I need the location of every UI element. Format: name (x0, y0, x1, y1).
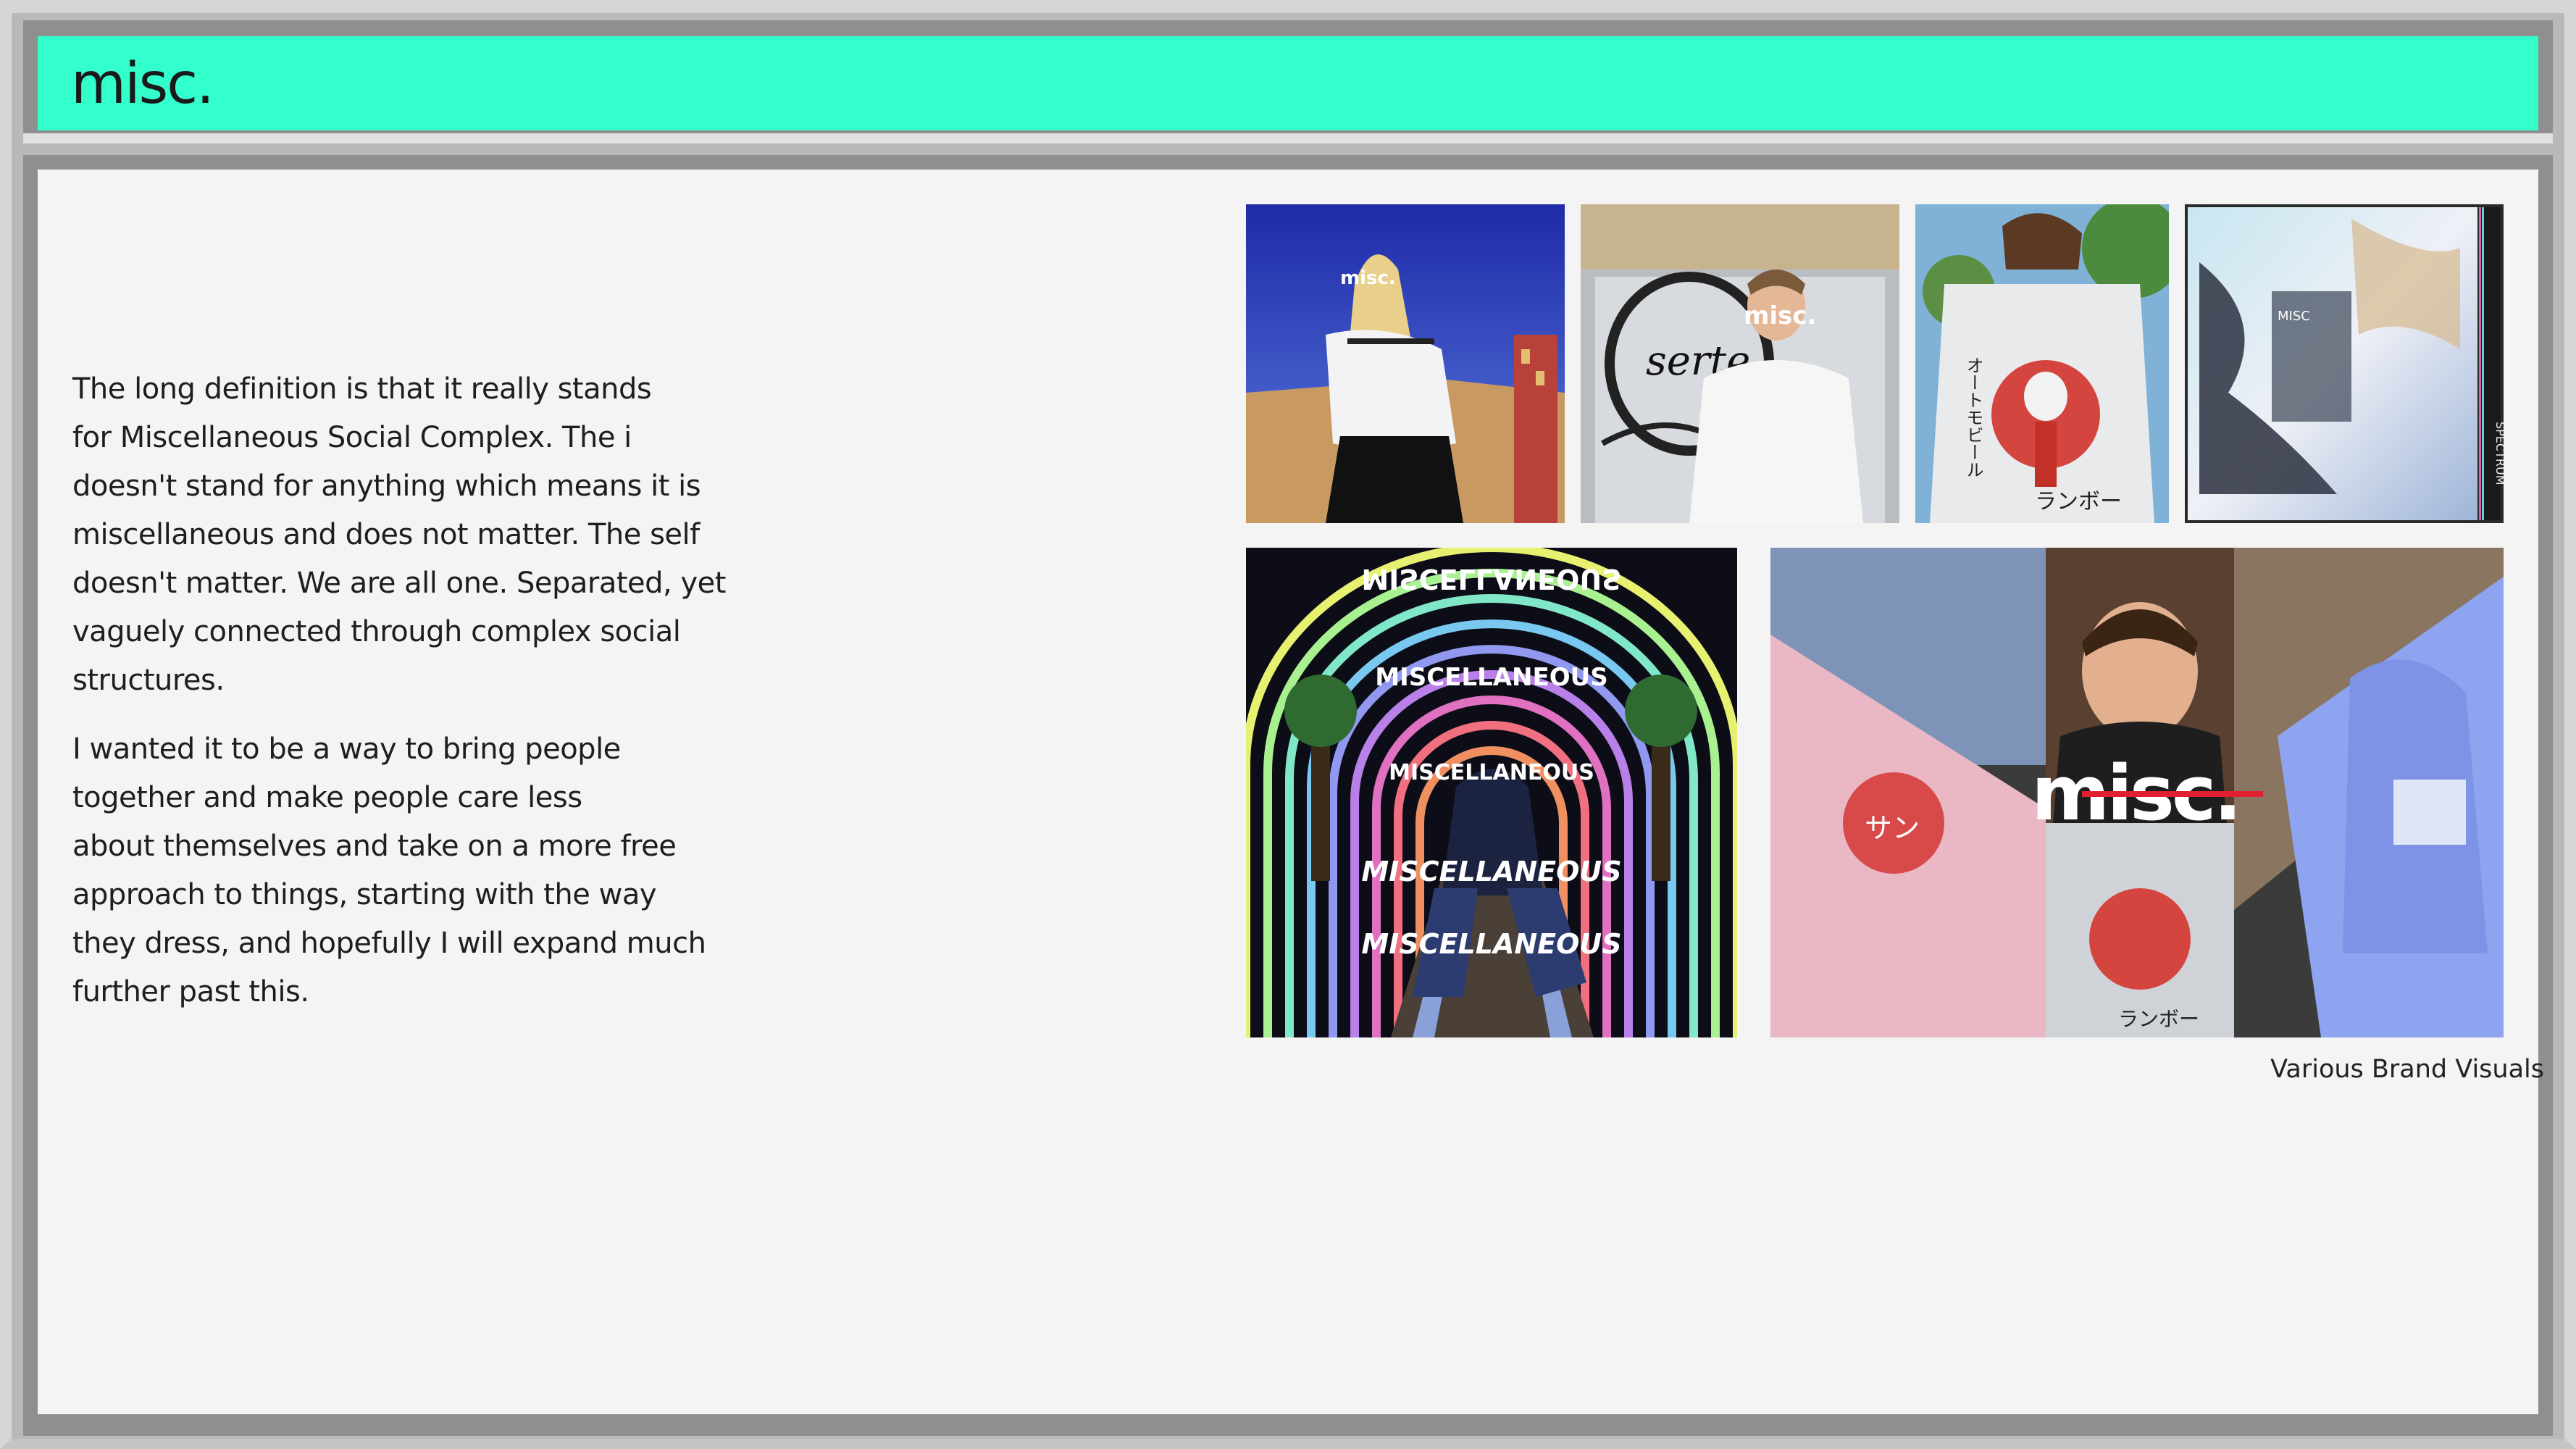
text-line: miscellaneous and does not matter. The s… (72, 518, 700, 551)
text-line: I wanted it to be a way to bring people (72, 732, 621, 766)
text-line: for Miscellaneous Social Complex. The i (72, 421, 632, 454)
kana-text: サン (1865, 812, 1920, 844)
text-line: together and make people care less (72, 781, 582, 814)
spectrum-cover[interactable]: MISC SPECTRUM (2185, 204, 2504, 523)
titlebar: misc. (38, 36, 2538, 130)
gallery-caption: Various Brand Visuals (2270, 1055, 2544, 1084)
tunnel-text: MISCELLANEOUS (1361, 928, 1621, 960)
content-panel: The long definition is that it really st… (38, 170, 2544, 1414)
photo-holding-shirt[interactable]: オートモビール ランボー (1915, 204, 2169, 523)
text-line: further past this. (72, 975, 309, 1009)
collage-logo[interactable]: サン ランボー misc. (1770, 548, 2504, 1037)
vertical-text: オートモビール (1963, 356, 1983, 478)
text-line: structures. (72, 664, 225, 697)
text-line: about themselves and take on a more free (72, 830, 677, 863)
bottom-text: ランボー (2035, 489, 2122, 514)
tunnel-text: MISCELLANEOUS (1361, 563, 1621, 595)
text-line: they dress, and hopefully I will expand … (72, 927, 706, 960)
tunnel-poster[interactable]: MISCELLANEOUS MISCELLANEOUS MISCELLANEOU… (1246, 548, 1737, 1037)
app-title: misc. (71, 51, 214, 117)
text-line: vaguely connected through complex social (72, 615, 681, 648)
text-line: doesn't stand for anything which means i… (72, 469, 701, 503)
overlay-text: misc. (1744, 301, 1816, 330)
spectrum-text: SPECTRUM (2493, 422, 2504, 485)
tunnel-text: MISCELLANEOUS (1361, 856, 1621, 888)
photo-girl-hoodie[interactable]: misc. (1246, 204, 1565, 523)
intro-text: The long definition is that it really st… (72, 365, 797, 1037)
text-line: approach to things, starting with the wa… (72, 878, 657, 911)
intro-paragraph-2: I wanted it to be a way to bring people … (72, 725, 797, 1016)
text-line: doesn't matter. We are all one. Separate… (72, 567, 726, 600)
text-line: The long definition is that it really st… (72, 372, 652, 406)
intro-paragraph-1: The long definition is that it really st… (72, 365, 797, 705)
bottom-text: ランボー (2118, 1007, 2199, 1031)
tunnel-text: MISCELLANEOUS (1389, 760, 1594, 785)
cover-label: MISC (2278, 309, 2310, 324)
photo-graffiti-hoodie[interactable]: serte misc. (1581, 204, 1899, 523)
tunnel-text: MISCELLANEOUS (1375, 663, 1607, 692)
overlay-text: misc. (1340, 267, 1396, 289)
